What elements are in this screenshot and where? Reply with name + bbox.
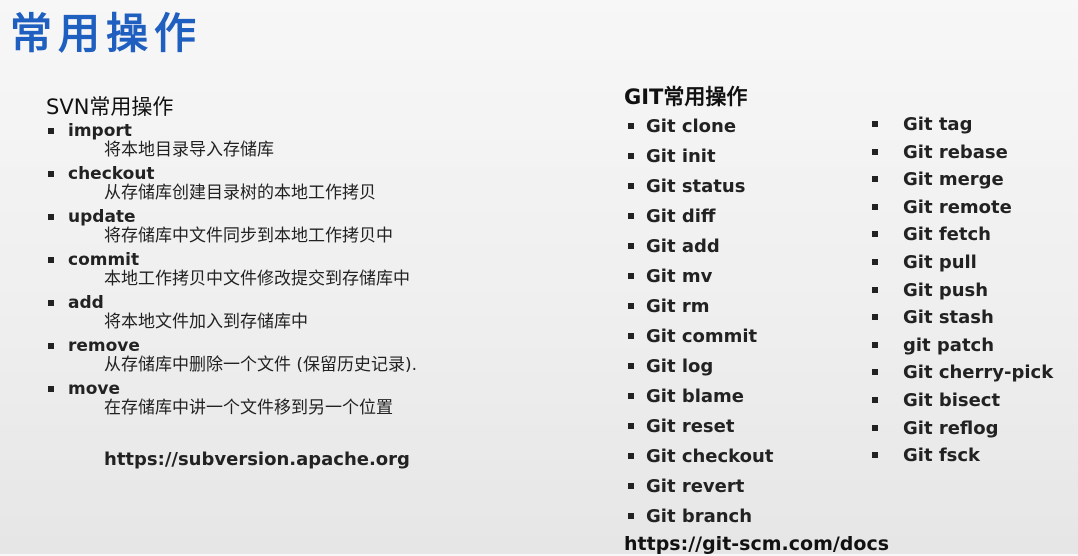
bullet-icon	[872, 148, 878, 155]
git-command: Git add	[646, 236, 720, 257]
bullet-icon	[628, 273, 634, 279]
bullet-icon	[48, 214, 54, 220]
bullet-icon	[872, 258, 878, 265]
bullet-icon	[48, 300, 54, 306]
svn-description: 将本地文件加入到存储库中	[104, 312, 308, 332]
bullet-icon	[48, 257, 54, 263]
bullet-icon	[628, 303, 634, 309]
bullet-icon	[48, 171, 54, 177]
svn-description: 将存储库中文件同步到本地工作拷贝中	[104, 226, 393, 246]
svn-command: import	[68, 121, 132, 141]
svn-command: checkout	[68, 164, 155, 184]
bullet-icon	[872, 203, 878, 210]
bullet-icon	[872, 176, 878, 183]
bullet-icon	[872, 231, 878, 238]
bullet-icon	[872, 452, 878, 459]
git-command: Git stash	[903, 307, 994, 329]
svn-description: 将本地目录导入存储库	[104, 140, 274, 160]
bullet-icon	[872, 341, 878, 348]
git-command: Git rm	[646, 296, 710, 317]
bullet-icon	[628, 423, 634, 429]
git-command: Git fsck	[903, 445, 981, 467]
svn-command: remove	[68, 336, 140, 356]
bullet-icon	[628, 183, 634, 189]
git-command: Git reflog	[903, 417, 999, 439]
bullet-icon	[872, 369, 878, 376]
bullet-icon	[628, 363, 634, 369]
svn-description: 本地工作拷贝中文件修改提交到存储库中	[104, 269, 410, 289]
git-command: Git remote	[903, 196, 1012, 218]
bullet-icon	[628, 243, 634, 249]
bullet-icon	[872, 121, 878, 127]
page-title: 常用操作	[10, 9, 203, 58]
svn-description: 在存储库中讲一个文件移到另一个位置	[104, 398, 393, 418]
git-command: Git fetch	[903, 224, 991, 246]
bullet-icon	[628, 333, 634, 339]
svn-command: add	[68, 293, 104, 313]
git-command: Git mv	[646, 266, 713, 287]
bullet-icon	[48, 386, 54, 392]
svn-command: move	[68, 379, 121, 399]
svn-docs-link[interactable]: https://subversion.apache.org	[104, 449, 410, 470]
bullet-icon	[872, 424, 878, 431]
git-docs-link[interactable]: https://git-scm.com/docs	[624, 532, 889, 556]
git-command: Git blame	[646, 386, 744, 407]
git-command: Git pull	[903, 251, 977, 273]
svn-heading: SVN常用操作	[46, 95, 174, 119]
bullet-icon	[628, 153, 634, 159]
git-command: Git checkout	[646, 446, 774, 467]
git-command: Git revert	[646, 476, 745, 497]
bullet-icon	[872, 286, 878, 293]
git-command: Git status	[646, 176, 746, 197]
svn-command: commit	[68, 250, 140, 270]
bullet-icon	[628, 513, 634, 519]
git-command: Git clone	[646, 116, 737, 137]
git-command: Git branch	[646, 506, 753, 527]
git-command: Git cherry-pick	[903, 362, 1054, 384]
git-command: Git merge	[903, 169, 1004, 191]
bullet-icon	[872, 396, 878, 403]
git-command: Git commit	[646, 326, 758, 347]
bullet-icon	[48, 343, 54, 349]
git-command: Git init	[646, 146, 716, 167]
svn-description: 从存储库创建目录树的本地工作拷贝	[104, 183, 376, 203]
git-command: git patch	[903, 334, 995, 356]
bullet-icon	[628, 213, 634, 219]
bullet-icon	[628, 453, 634, 459]
svn-command: update	[68, 207, 136, 227]
bullet-icon	[628, 393, 634, 399]
git-command: Git push	[903, 279, 989, 301]
svn-description: 从存储库中删除一个文件 (保留历史记录).	[104, 355, 418, 375]
bullet-icon	[872, 314, 878, 321]
git-heading: GIT常用操作	[624, 85, 748, 109]
bullet-icon	[628, 483, 634, 489]
git-command: Git bisect	[903, 389, 1001, 411]
git-command: Git reset	[646, 416, 735, 437]
git-command: Git log	[646, 356, 714, 377]
bullet-icon	[628, 123, 634, 129]
git-command: Git tag	[903, 114, 973, 135]
git-command: Git rebase	[903, 141, 1008, 163]
bullet-icon	[48, 128, 54, 134]
git-command: Git diff	[646, 206, 716, 227]
